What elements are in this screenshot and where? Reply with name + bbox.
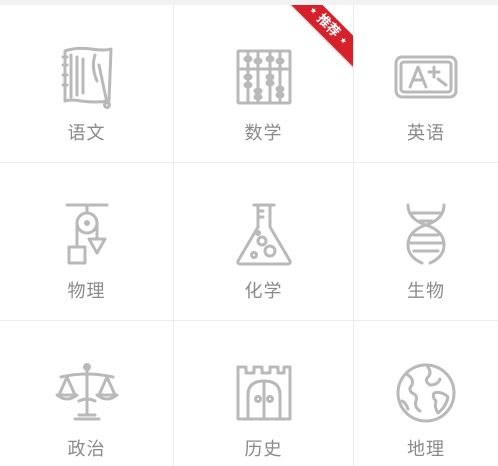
subject-chinese[interactable]: 语文: [0, 5, 173, 162]
star-icon: ★: [307, 5, 320, 17]
subject-geography[interactable]: 地理: [354, 321, 498, 466]
recommend-badge-text: 推荐: [313, 11, 343, 41]
subject-label: 物理: [67, 281, 106, 302]
subject-label: 地理: [407, 439, 445, 460]
scales-icon: [51, 357, 123, 429]
abacus-icon: [228, 41, 300, 113]
globe-icon: [390, 357, 462, 429]
grid-divider: [0, 320, 498, 321]
subject-grid: 语文 数学 ★ 推荐 ★ 英语 物理 化学 生物 政治 历史 地理: [0, 5, 498, 466]
subject-english[interactable]: 英语: [354, 5, 498, 162]
flask-icon: [228, 199, 300, 271]
subject-biology[interactable]: 生物: [354, 163, 498, 320]
star-icon: ★: [337, 34, 350, 47]
subject-label: 英语: [407, 123, 445, 144]
dna-icon: [390, 199, 462, 271]
castle-gate-icon: [228, 357, 300, 429]
pulley-icon: [51, 199, 123, 271]
subject-history[interactable]: 历史: [174, 321, 353, 466]
subject-chemistry[interactable]: 化学: [174, 163, 353, 320]
subject-math[interactable]: 数学 ★ 推荐 ★: [174, 5, 353, 162]
scroll-icon: [51, 41, 123, 113]
subject-label: 数学: [244, 123, 283, 144]
subject-label: 政治: [67, 439, 106, 460]
subject-label: 历史: [244, 439, 283, 460]
grid-divider: [353, 5, 354, 466]
subject-label: 语文: [67, 123, 106, 144]
grid-divider: [173, 5, 174, 466]
chalkboard-icon: [390, 41, 462, 113]
subject-label: 化学: [244, 281, 283, 302]
subject-politics[interactable]: 政治: [0, 321, 173, 466]
subject-physics[interactable]: 物理: [0, 163, 173, 320]
subject-label: 生物: [407, 281, 445, 302]
grid-divider: [0, 162, 498, 163]
